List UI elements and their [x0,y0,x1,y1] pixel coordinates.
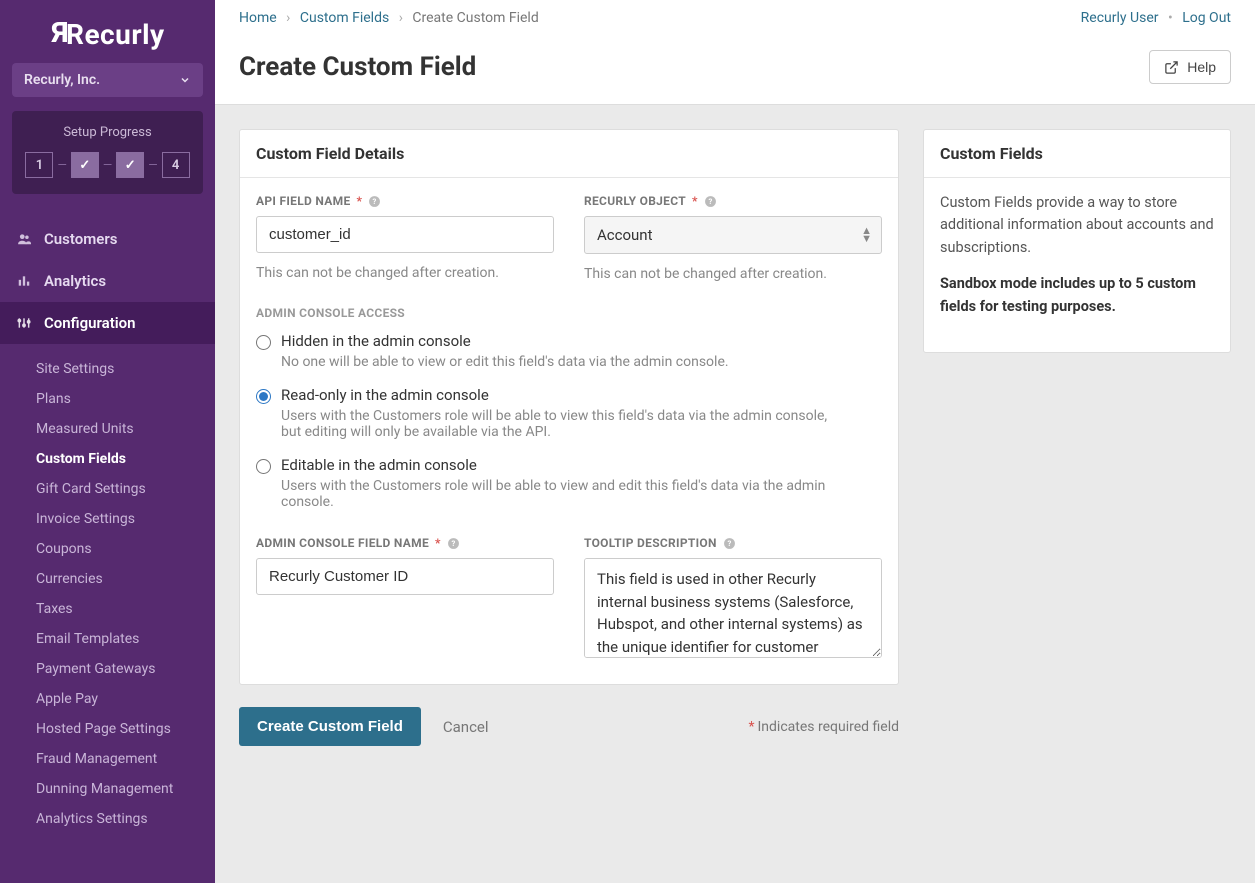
radio-title: Editable in the admin console [281,456,841,474]
radio-description: Users with the Customers role will be ab… [281,478,841,510]
subnav-item[interactable]: Gift Card Settings [36,474,215,504]
breadcrumb: Home › Custom Fields › Create Custom Fie… [239,10,539,26]
help-button[interactable]: Help [1149,50,1231,84]
help-icon[interactable]: ? [723,537,736,550]
api-field-name-label: API FIELD NAME* ? [256,194,554,208]
main: Home › Custom Fields › Create Custom Fie… [215,0,1255,883]
tooltip-desc-label: TOOLTIP DESCRIPTION ? [584,536,882,550]
svg-text:?: ? [451,539,455,548]
cancel-link[interactable]: Cancel [443,718,489,736]
page-title: Create Custom Field [239,52,476,82]
external-link-icon [1164,60,1179,75]
org-name: Recurly, Inc. [24,72,100,88]
chart-icon [16,274,32,288]
subnav-item[interactable]: Measured Units [36,414,215,444]
help-icon[interactable]: ? [704,195,717,208]
setup-progress-panel: Setup Progress 1 — ✓ — ✓ — 4 [12,111,203,194]
recurly-object-select[interactable]: Account [584,216,882,254]
radio-input[interactable] [256,335,271,350]
svg-text:?: ? [708,197,712,206]
subnav-item[interactable]: Apple Pay [36,684,215,714]
sidebar-item-label: Customers [44,230,117,248]
sidebar: RRecurly Recurly, Inc. Setup Progress 1 … [0,0,215,883]
subnav-item[interactable]: Invoice Settings [36,504,215,534]
api-field-hint: This can not be changed after creation. [256,265,554,281]
radio-input[interactable] [256,459,271,474]
setup-progress-title: Setup Progress [22,125,193,140]
svg-text:?: ? [373,197,377,206]
sliders-icon [16,316,32,330]
setup-step-2[interactable]: ✓ [71,152,99,178]
subnav-item[interactable]: Hosted Page Settings [36,714,215,744]
radio-description: Users with the Customers role will be ab… [281,408,841,440]
recurly-object-label: RECURLY OBJECT* ? [584,194,882,208]
sidebar-item-customers[interactable]: Customers [0,218,215,260]
subnav-item[interactable]: Plans [36,384,215,414]
subnav-item[interactable]: Currencies [36,564,215,594]
sidebar-item-configuration[interactable]: Configuration [0,302,215,344]
users-icon [16,232,32,246]
admin-access-radio-option[interactable]: Editable in the admin console Users with … [256,456,882,510]
svg-text:?: ? [727,539,731,548]
api-field-name-input[interactable] [256,216,554,253]
admin-access-radio-option[interactable]: Hidden in the admin console No one will b… [256,332,882,370]
subnav-item[interactable]: Fraud Management [36,744,215,774]
brand-logo: RRecurly [0,12,215,63]
radio-input[interactable] [256,389,271,404]
form-actions: Create Custom Field Cancel *Indicates re… [239,685,899,768]
breadcrumb-home[interactable]: Home [239,10,277,26]
user-link[interactable]: Recurly User [1081,10,1159,26]
radio-title: Read-only in the admin console [281,386,841,404]
chevron-down-icon [179,74,191,86]
card-title: Custom Field Details [240,130,898,178]
radio-title: Hidden in the admin console [281,332,729,350]
setup-step-1[interactable]: 1 [25,152,53,178]
custom-field-form-card: Custom Field Details API FIELD NAME* ? [239,129,899,685]
admin-access-radio-option[interactable]: Read-only in the admin console Users with… [256,386,882,440]
admin-access-label: ADMIN CONSOLE ACCESS [256,306,882,320]
console-name-input[interactable] [256,558,554,595]
help-icon[interactable]: ? [447,537,460,550]
subnav-item[interactable]: Email Templates [36,624,215,654]
console-name-label: ADMIN CONSOLE FIELD NAME* ? [256,536,554,550]
breadcrumb-parent[interactable]: Custom Fields [300,10,389,26]
user-links: Recurly User • Log Out [1081,10,1231,26]
subnav-item[interactable]: Dunning Management [36,774,215,804]
help-icon[interactable]: ? [368,195,381,208]
info-paragraph: Custom Fields provide a way to store add… [940,192,1214,259]
info-card: Custom Fields Custom Fields provide a wa… [923,129,1231,353]
radio-description: No one will be able to view or edit this… [281,354,729,370]
subnav-item[interactable]: Analytics Settings [36,804,215,834]
subnav-item[interactable]: Taxes [36,594,215,624]
sidebar-item-label: Configuration [44,314,136,332]
tooltip-desc-textarea[interactable] [584,558,882,658]
org-switcher[interactable]: Recurly, Inc. [12,63,203,97]
subnav-item[interactable]: Coupons [36,534,215,564]
create-custom-field-button[interactable]: Create Custom Field [239,707,421,746]
setup-step-3[interactable]: ✓ [116,152,144,178]
setup-step-4[interactable]: 4 [162,152,190,178]
subnav-item[interactable]: Site Settings [36,354,215,384]
topbar: Home › Custom Fields › Create Custom Fie… [215,0,1255,105]
admin-access-radio-group: Hidden in the admin console No one will b… [256,332,882,510]
recurly-object-hint: This can not be changed after creation. [584,266,882,282]
sidebar-item-analytics[interactable]: Analytics [0,260,215,302]
info-card-title: Custom Fields [924,130,1230,178]
config-subnav: Site SettingsPlansMeasured UnitsCustom F… [0,344,215,834]
logout-link[interactable]: Log Out [1182,10,1231,26]
sidebar-item-label: Analytics [44,272,106,290]
help-button-label: Help [1187,59,1216,75]
required-indicator-note: *Indicates required field [748,719,899,735]
info-paragraph: Sandbox mode includes up to 5 custom fie… [940,273,1214,318]
subnav-item[interactable]: Payment Gateways [36,654,215,684]
breadcrumb-current: Create Custom Field [412,10,538,26]
subnav-item[interactable]: Custom Fields [36,444,215,474]
